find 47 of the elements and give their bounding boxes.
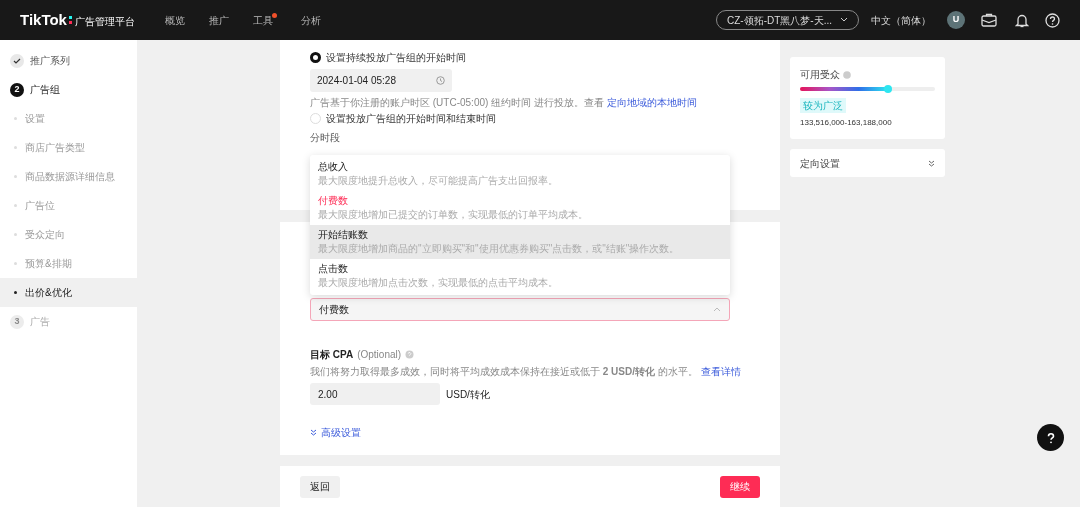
- logo: TikTok: [20, 9, 67, 30]
- target-cpa-description: 我们将努力取得最多成效，同时将平均成效成本保持在接近或低于 2 USD/转化 的水平。: [310, 366, 698, 377]
- step-label[interactable]: 广告组: [30, 82, 60, 97]
- nav-link[interactable]: 分析: [300, 12, 321, 28]
- dayparting-label: 分时段: [310, 132, 340, 144]
- double-chevron-icon: [310, 429, 317, 436]
- target-cpa-label: 目标 CPA: [310, 348, 354, 362]
- language-selector[interactable]: 中文（简体）: [871, 12, 931, 28]
- nav-link[interactable]: 工具: [252, 12, 273, 28]
- sidebar-item[interactable]: 出价&优化: [0, 278, 137, 307]
- radio-label: 设置投放广告组的开始时间和结束时间: [326, 112, 496, 126]
- nav-link[interactable]: 推广: [208, 12, 229, 28]
- step-number: 3: [10, 314, 24, 329]
- cpa-unit: USD/转化: [446, 387, 490, 402]
- radio-label: 设置持续投放广告组的开始时间: [326, 51, 466, 65]
- avatar[interactable]: U: [947, 11, 965, 29]
- bell-icon[interactable]: [1015, 12, 1029, 28]
- advanced-settings-link[interactable]: 高级设置: [310, 425, 750, 440]
- help-button[interactable]: [1037, 424, 1064, 451]
- logo-colon-icon: [68, 14, 73, 25]
- clock-icon: [436, 76, 445, 85]
- targeting-card[interactable]: 定向设置: [790, 149, 945, 177]
- timezone-note: 广告基于你注册的账户时区 (UTC-05:00) 纽约时间 进行投放。查看: [310, 97, 604, 108]
- details-link[interactable]: 查看详情: [700, 366, 741, 377]
- chevron-down-icon: [840, 17, 848, 23]
- audience-size-tag: 较为广泛: [800, 98, 846, 113]
- optional-label: (Optional): [357, 348, 402, 362]
- target-cpa-input[interactable]: 2.00: [310, 383, 440, 405]
- step-label[interactable]: 推广系列: [30, 53, 70, 68]
- audience-title: 可用受众: [800, 68, 840, 82]
- back-button[interactable]: 返回: [300, 475, 340, 498]
- radio-button[interactable]: [310, 52, 321, 63]
- dropdown-option[interactable]: 点击数 最大限度地增加点击次数，实现最低的点击平均成本。: [310, 259, 730, 293]
- logo-subtitle: 广告管理平台: [74, 14, 135, 29]
- double-chevron-icon: [928, 159, 935, 167]
- chevron-up-icon: [713, 307, 721, 312]
- step-number: 2: [10, 82, 24, 97]
- briefcase-icon[interactable]: [981, 13, 997, 27]
- continue-button[interactable]: 继续: [720, 475, 760, 498]
- start-time-field[interactable]: 2024-01-04 05:28: [310, 69, 452, 92]
- nav-link[interactable]: 概览: [164, 12, 185, 28]
- local-time-link[interactable]: 定向地域的本地时间: [606, 97, 697, 108]
- dropdown-option[interactable]: 总收入 最大限度地提升总收入，尽可能提高广告支出回报率。: [310, 157, 730, 191]
- optimization-select[interactable]: 付费数: [310, 298, 730, 321]
- help-icon[interactable]: [1045, 12, 1060, 28]
- dropdown-option[interactable]: 付费数 最大限度地增加已提交的订单数，实现最低的订单平均成本。: [310, 191, 730, 225]
- audience-range: 133,516,000-163,188,000: [800, 117, 893, 129]
